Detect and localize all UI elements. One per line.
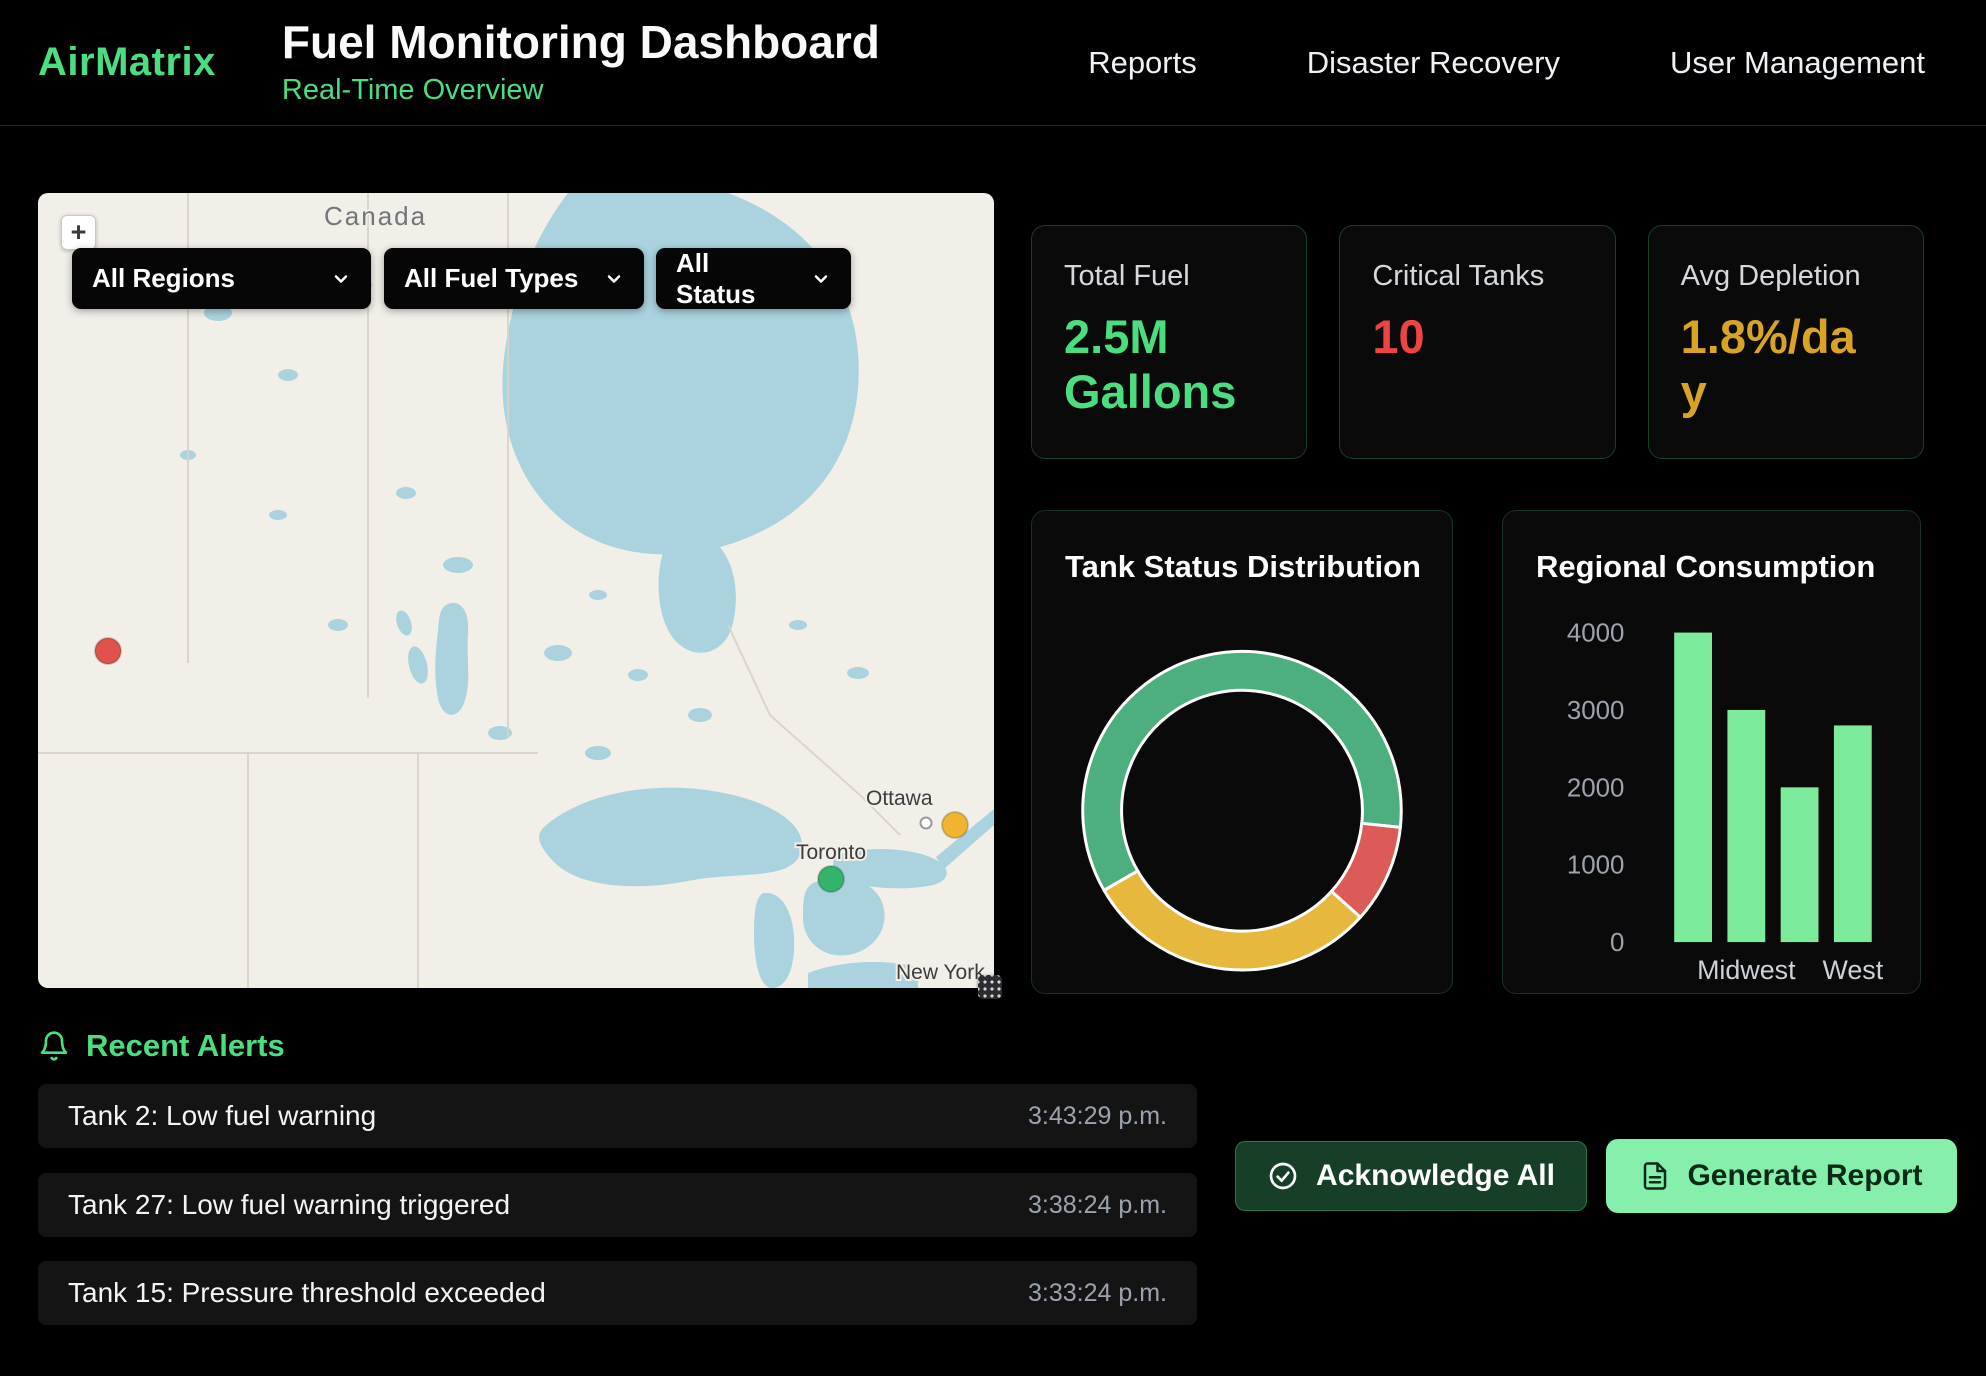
status-filter-label: All Status <box>676 248 791 310</box>
chevron-down-icon <box>331 269 351 289</box>
tank-status-card: Tank Status Distribution <box>1031 510 1453 994</box>
alert-row[interactable]: Tank 15: Pressure threshold exceeded 3:3… <box>38 1261 1197 1325</box>
tank-marker-normal[interactable] <box>818 866 844 892</box>
map-canvas[interactable]: Canada Ottawa Toronto New York <box>38 193 994 988</box>
generate-report-label: Generate Report <box>1687 1159 1922 1193</box>
map-label-new-york: New York <box>896 961 985 984</box>
ottawa-town-dot <box>921 818 932 829</box>
svg-text:0: 0 <box>1610 929 1624 957</box>
acknowledge-all-button[interactable]: Acknowledge All <box>1235 1141 1587 1211</box>
alert-timestamp: 3:38:24 p.m. <box>1028 1191 1167 1220</box>
svg-text:West: West <box>1822 955 1883 985</box>
chevron-down-icon <box>604 269 624 289</box>
alerts-header: Recent Alerts <box>38 1028 285 1064</box>
map-label-country: Canada <box>324 201 427 231</box>
chevron-down-icon <box>811 269 831 289</box>
stat-card-avg-depletion: Avg Depletion 1.8%/day <box>1648 225 1924 459</box>
nav-user-management[interactable]: User Management <box>1670 45 1925 81</box>
alert-message: Tank 27: Low fuel warning triggered <box>68 1189 510 1221</box>
generate-report-button[interactable]: Generate Report <box>1606 1139 1957 1213</box>
tank-marker-critical[interactable] <box>95 638 121 664</box>
alert-timestamp: 3:33:24 p.m. <box>1028 1279 1167 1308</box>
bell-icon <box>38 1030 70 1062</box>
fuel-types-filter-label: All Fuel Types <box>404 263 578 294</box>
map-panel[interactable]: Canada Ottawa Toronto New York + All Reg… <box>38 193 994 988</box>
fuel-monitoring-dashboard: AirMatrix Fuel Monitoring Dashboard Real… <box>0 0 1986 1376</box>
alert-message: Tank 15: Pressure threshold exceeded <box>68 1277 546 1309</box>
alert-row[interactable]: Tank 27: Low fuel warning triggered 3:38… <box>38 1173 1197 1237</box>
acknowledge-all-label: Acknowledge All <box>1316 1159 1555 1193</box>
status-filter-dropdown[interactable]: All Status <box>656 248 851 309</box>
svg-text:1000: 1000 <box>1567 852 1625 880</box>
stat-label: Avg Depletion <box>1681 260 1891 293</box>
fuel-types-filter-dropdown[interactable]: All Fuel Types <box>384 248 644 309</box>
stat-card-total-fuel: Total Fuel 2.5M Gallons <box>1031 225 1307 459</box>
nav-disaster-recovery[interactable]: Disaster Recovery <box>1307 45 1560 81</box>
alert-message: Tank 2: Low fuel warning <box>68 1100 376 1132</box>
brand-logo[interactable]: AirMatrix <box>38 40 216 85</box>
map-resize-handle[interactable] <box>978 975 1002 999</box>
check-circle-icon <box>1267 1160 1299 1192</box>
title-block: Fuel Monitoring Dashboard Real-Time Over… <box>282 18 880 106</box>
stat-label: Total Fuel <box>1064 260 1274 293</box>
stat-value-avg-depletion: 1.8%/day <box>1681 309 1876 420</box>
regions-filter-dropdown[interactable]: All Regions <box>72 248 371 309</box>
stat-value-total-fuel: 2.5M Gallons <box>1064 309 1259 420</box>
tank-status-donut-chart <box>1032 511 1452 993</box>
svg-text:4000: 4000 <box>1567 620 1625 648</box>
svg-text:3000: 3000 <box>1567 697 1625 725</box>
stat-value-critical-tanks: 10 <box>1372 309 1567 364</box>
page-subtitle: Real-Time Overview <box>282 74 880 107</box>
alert-row[interactable]: Tank 2: Low fuel warning 3:43:29 p.m. <box>38 1084 1197 1148</box>
svg-text:Midwest: Midwest <box>1697 955 1796 985</box>
alerts-title: Recent Alerts <box>86 1028 285 1064</box>
map-label-ottawa: Ottawa <box>866 787 933 810</box>
document-icon <box>1640 1161 1670 1191</box>
page-title: Fuel Monitoring Dashboard <box>282 18 880 66</box>
stat-label: Critical Tanks <box>1372 260 1582 293</box>
map-label-toronto: Toronto <box>796 841 866 864</box>
regional-consumption-card: Regional Consumption 01000200030004000Mi… <box>1502 510 1921 994</box>
nav-reports[interactable]: Reports <box>1088 45 1197 81</box>
main-nav: Reports Disaster Recovery User Managemen… <box>1088 45 1925 81</box>
header: AirMatrix Fuel Monitoring Dashboard Real… <box>0 0 1986 126</box>
svg-text:2000: 2000 <box>1567 774 1625 802</box>
zoom-in-button[interactable]: + <box>61 215 96 250</box>
regional-consumption-bar-chart: 0 1000 2000 3000 4000 Midwest West <box>1503 511 1920 993</box>
tank-marker-warning[interactable] <box>942 812 968 838</box>
stat-card-critical-tanks: Critical Tanks 10 <box>1339 225 1615 459</box>
stat-cards: Total Fuel 2.5M Gallons Critical Tanks 1… <box>1031 225 1924 459</box>
map-water <box>180 193 994 988</box>
alert-timestamp: 3:43:29 p.m. <box>1028 1102 1167 1131</box>
regions-filter-label: All Regions <box>92 263 235 294</box>
